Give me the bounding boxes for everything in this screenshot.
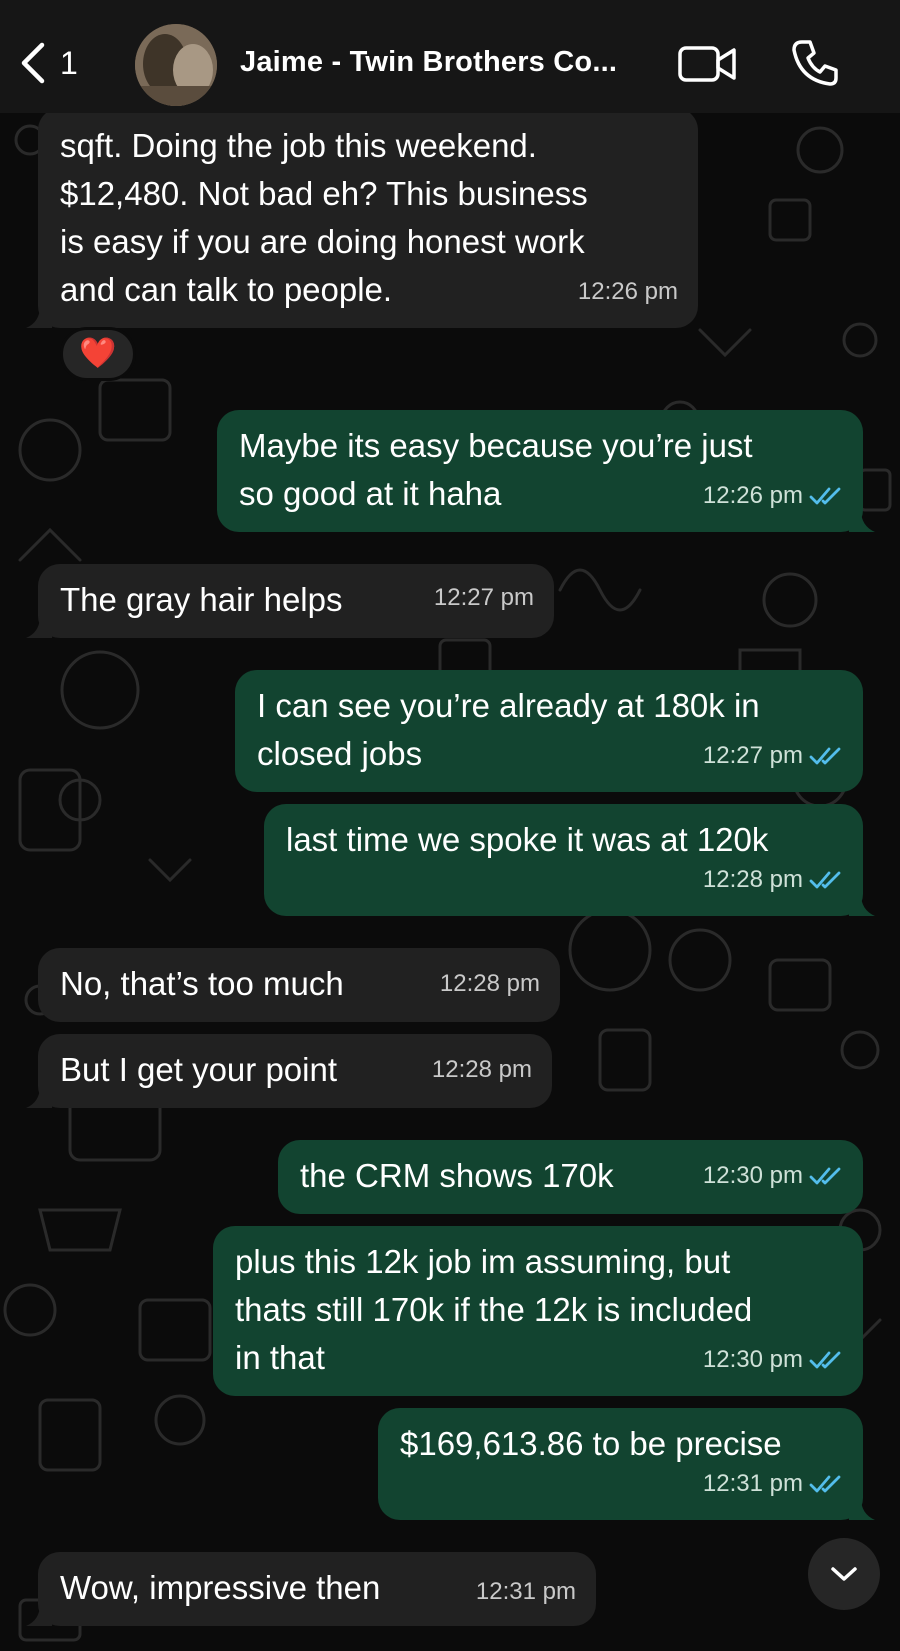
message-time: 12:28 pm xyxy=(439,970,540,997)
video-camera-icon xyxy=(678,46,736,82)
bubble-tail xyxy=(26,306,52,328)
double-check-icon xyxy=(809,1475,841,1493)
bubble-tail xyxy=(26,1604,52,1626)
message-time: 12:30 pm xyxy=(702,1162,803,1189)
video-call-button[interactable] xyxy=(678,44,738,84)
heart-icon: ❤️ xyxy=(79,337,117,370)
avatar[interactable] xyxy=(135,24,217,106)
message-bubble-outgoing[interactable]: last time we spoke it was at 120k 12:28 … xyxy=(264,804,875,916)
message-bubble-incoming[interactable]: Wow, impressive then 12:31 pm xyxy=(26,1552,596,1626)
chevron-down-icon xyxy=(831,1567,857,1581)
message-time: 12:26 pm xyxy=(702,482,803,509)
message-time: 12:30 pm xyxy=(702,1346,803,1373)
message-time: 12:27 pm xyxy=(702,742,803,769)
message-time: 12:26 pm xyxy=(577,278,678,305)
message-bubble-outgoing[interactable]: Maybe its easy because you’re just so go… xyxy=(217,410,875,532)
chevron-left-icon xyxy=(21,42,45,84)
message-bubble-outgoing[interactable]: plus this 12k job im assuming, but thats… xyxy=(213,1226,863,1396)
message-bubble-incoming[interactable]: But I get your point 12:28 pm xyxy=(26,1034,552,1108)
message-bubble-incoming[interactable]: The gray hair helps 12:27 pm xyxy=(26,564,554,638)
voice-call-button[interactable] xyxy=(790,38,840,88)
phone-icon xyxy=(792,40,838,86)
message-list: sqft. Doing the job this weekend. $12,48… xyxy=(0,0,900,1651)
bubble-tail xyxy=(26,616,52,638)
bubble-tail xyxy=(849,510,875,532)
message-time: 12:31 pm xyxy=(475,1578,576,1605)
message-bubble-outgoing[interactable]: I can see you’re already at 180k in clos… xyxy=(235,670,863,792)
message-time: 12:28 pm xyxy=(702,866,803,893)
reaction-badge[interactable]: ❤️ xyxy=(60,327,136,381)
message-bubble-incoming[interactable]: No, that’s too much 12:28 pm xyxy=(38,948,560,1022)
message-bubble-outgoing[interactable]: the CRM shows 170k 12:30 pm xyxy=(278,1140,863,1214)
double-check-icon xyxy=(809,747,841,765)
message-bubble-outgoing[interactable]: $169,613.86 to be precise 12:31 pm xyxy=(378,1408,875,1520)
bubble-tail xyxy=(849,1498,875,1520)
double-check-icon xyxy=(809,1351,841,1369)
message-time: 12:28 pm xyxy=(431,1056,532,1083)
double-check-icon xyxy=(809,871,841,889)
back-button[interactable]: 1 xyxy=(18,38,98,88)
contact-name[interactable]: Jaime - Twin Brothers Co... xyxy=(240,46,617,79)
bubble-tail xyxy=(849,894,875,916)
unread-count: 1 xyxy=(60,44,78,81)
message-time: 12:27 pm xyxy=(433,584,534,611)
scroll-to-bottom-button[interactable] xyxy=(808,1538,880,1610)
chat-header: 1 Jaime - Twin Brothers Co... xyxy=(0,0,900,113)
message-bubble-incoming[interactable]: sqft. Doing the job this weekend. $12,48… xyxy=(26,108,698,328)
bubble-tail xyxy=(26,1086,52,1108)
message-time: 12:31 pm xyxy=(702,1470,803,1497)
double-check-icon xyxy=(809,1167,841,1185)
double-check-icon xyxy=(809,487,841,505)
